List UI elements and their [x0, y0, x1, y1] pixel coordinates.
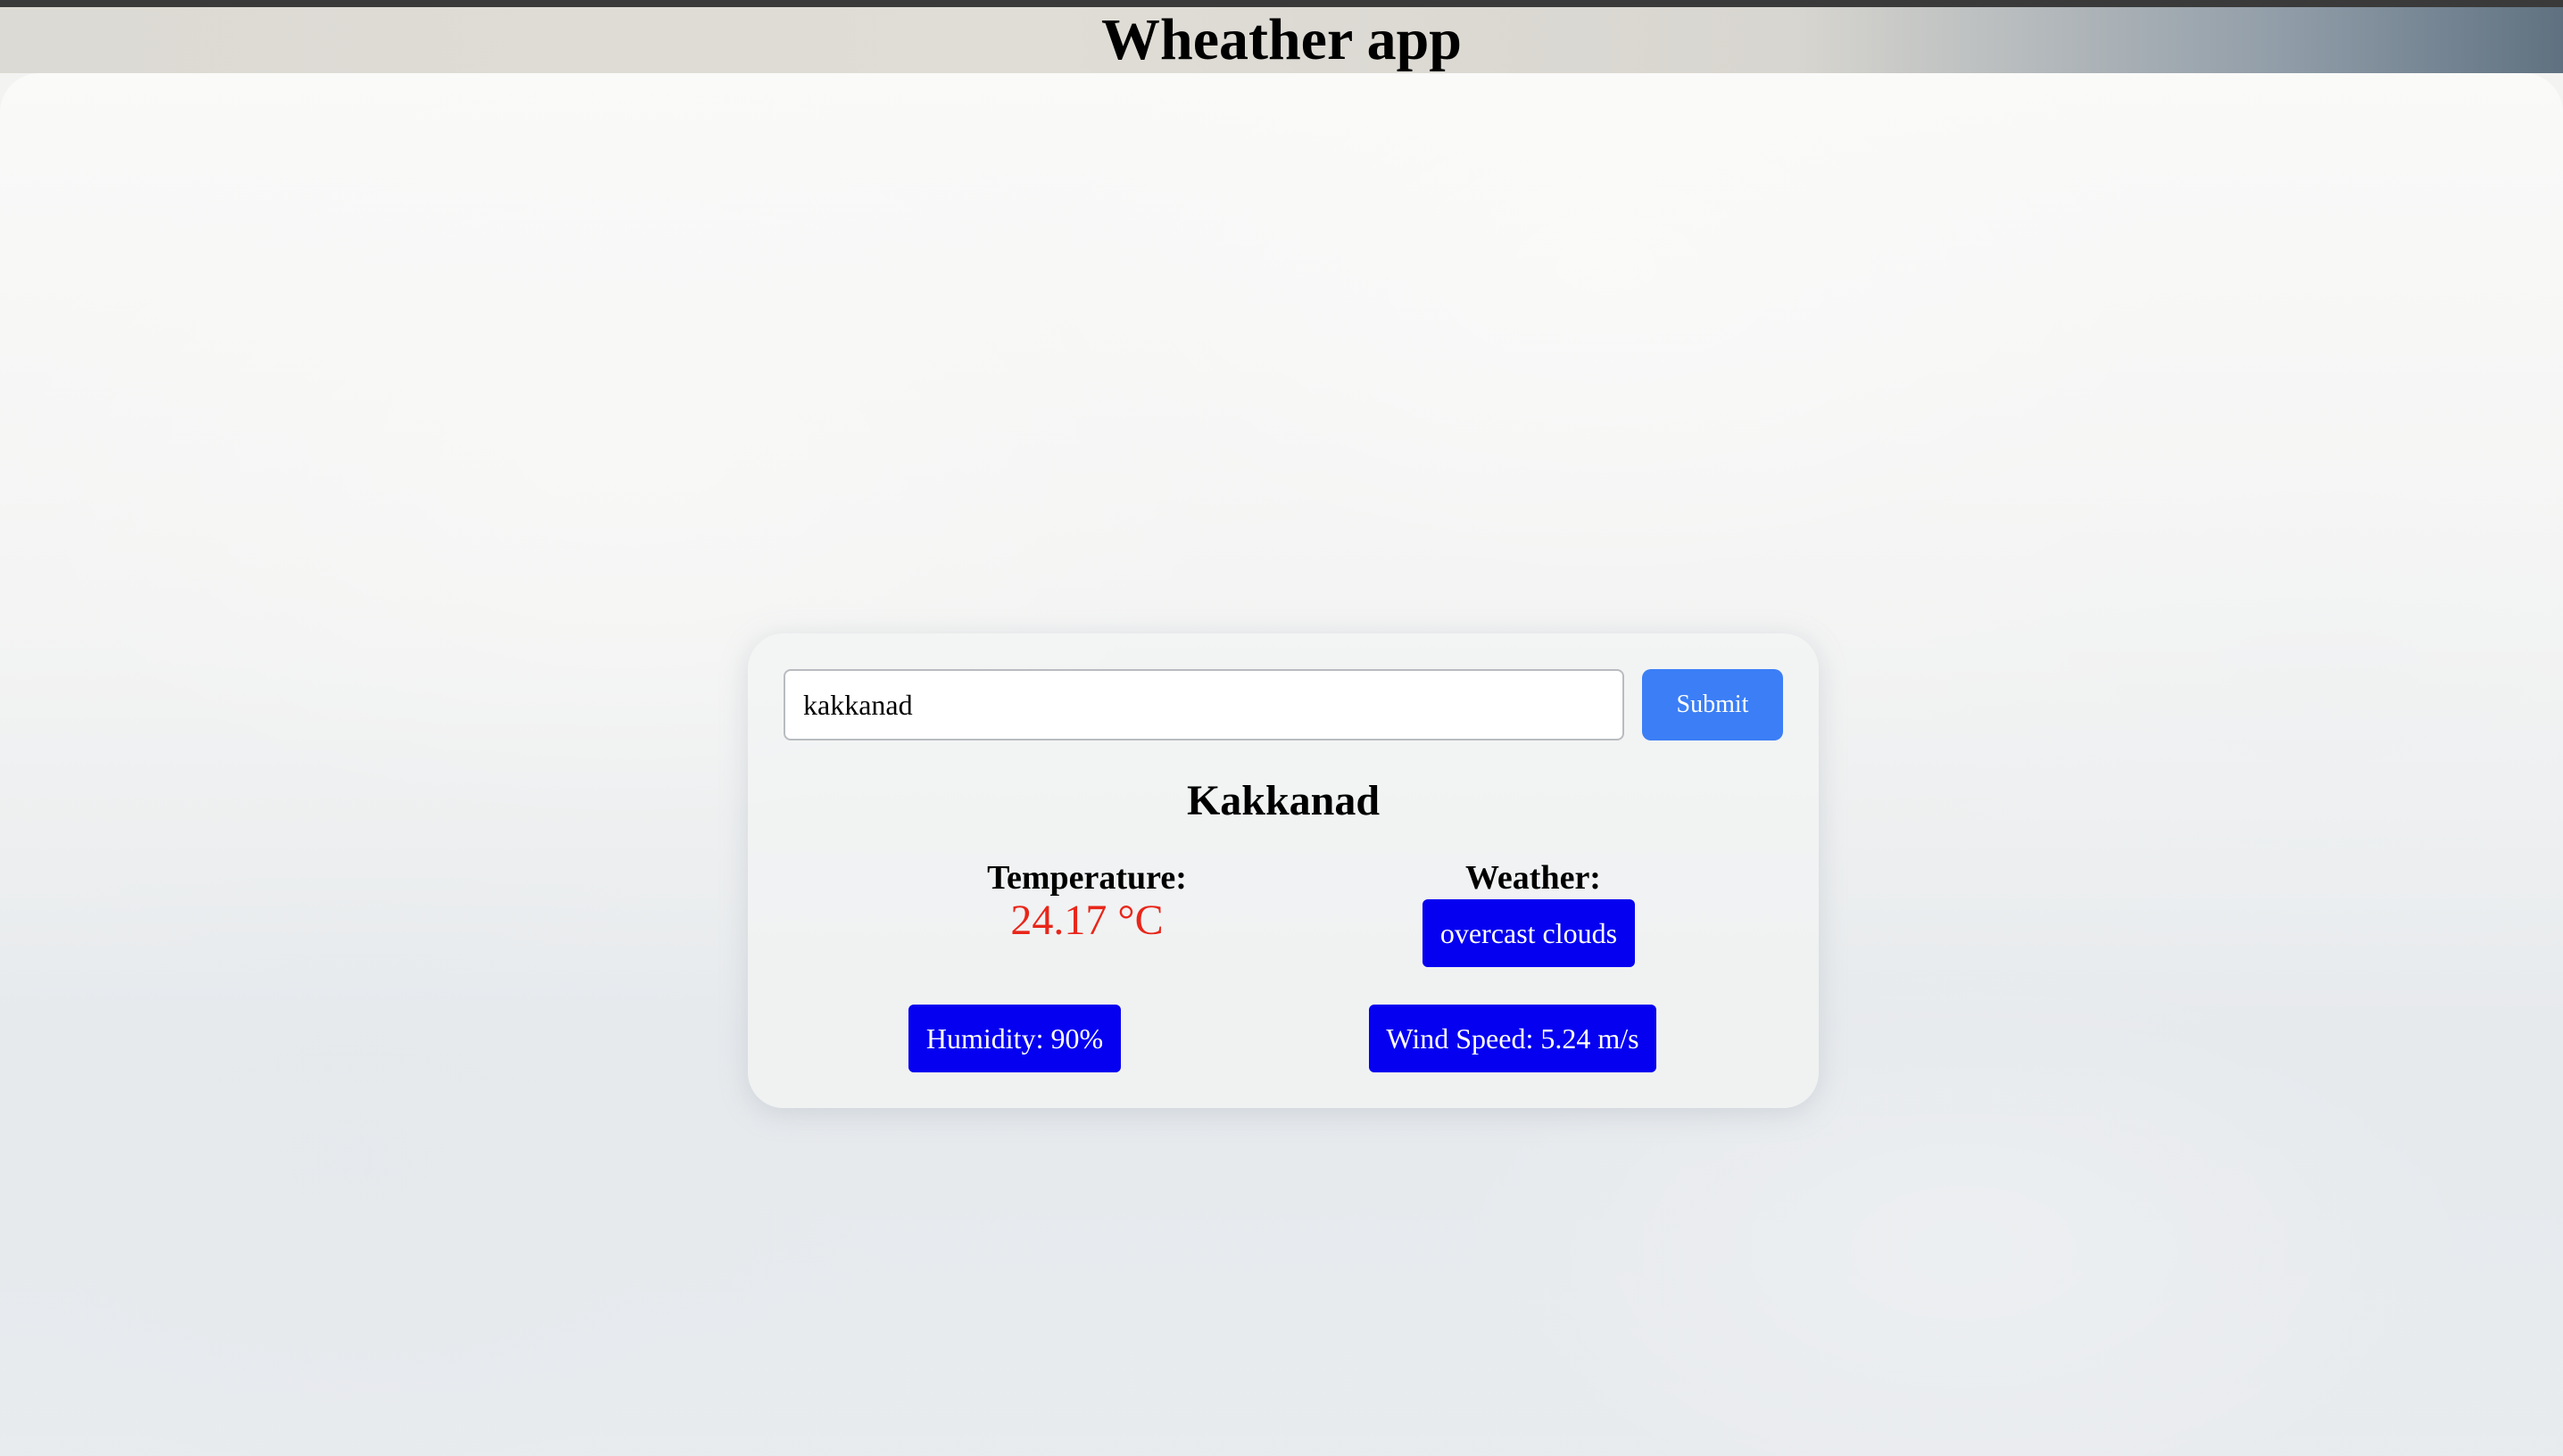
weather-card: Submit Kakkanad Temperature: 24.17 °C We…	[748, 633, 1819, 1108]
submit-button[interactable]: Submit	[1642, 669, 1783, 740]
main-panel: Submit Kakkanad Temperature: 24.17 °C We…	[0, 73, 2563, 1456]
temperature-value: 24.17 °C	[1010, 897, 1164, 944]
city-search-input[interactable]	[784, 669, 1624, 740]
weather-label: Weather:	[1465, 859, 1601, 897]
app-title: Wheather app	[1101, 7, 1462, 72]
weather-description-badge: overcast clouds	[1423, 899, 1635, 967]
humidity-badge: Humidity: 90%	[908, 1005, 1121, 1072]
temperature-label: Temperature:	[987, 859, 1187, 897]
city-name: Kakkanad	[1186, 777, 1381, 824]
wind-speed-badge: Wind Speed: 5.24 m/s	[1369, 1005, 1656, 1072]
